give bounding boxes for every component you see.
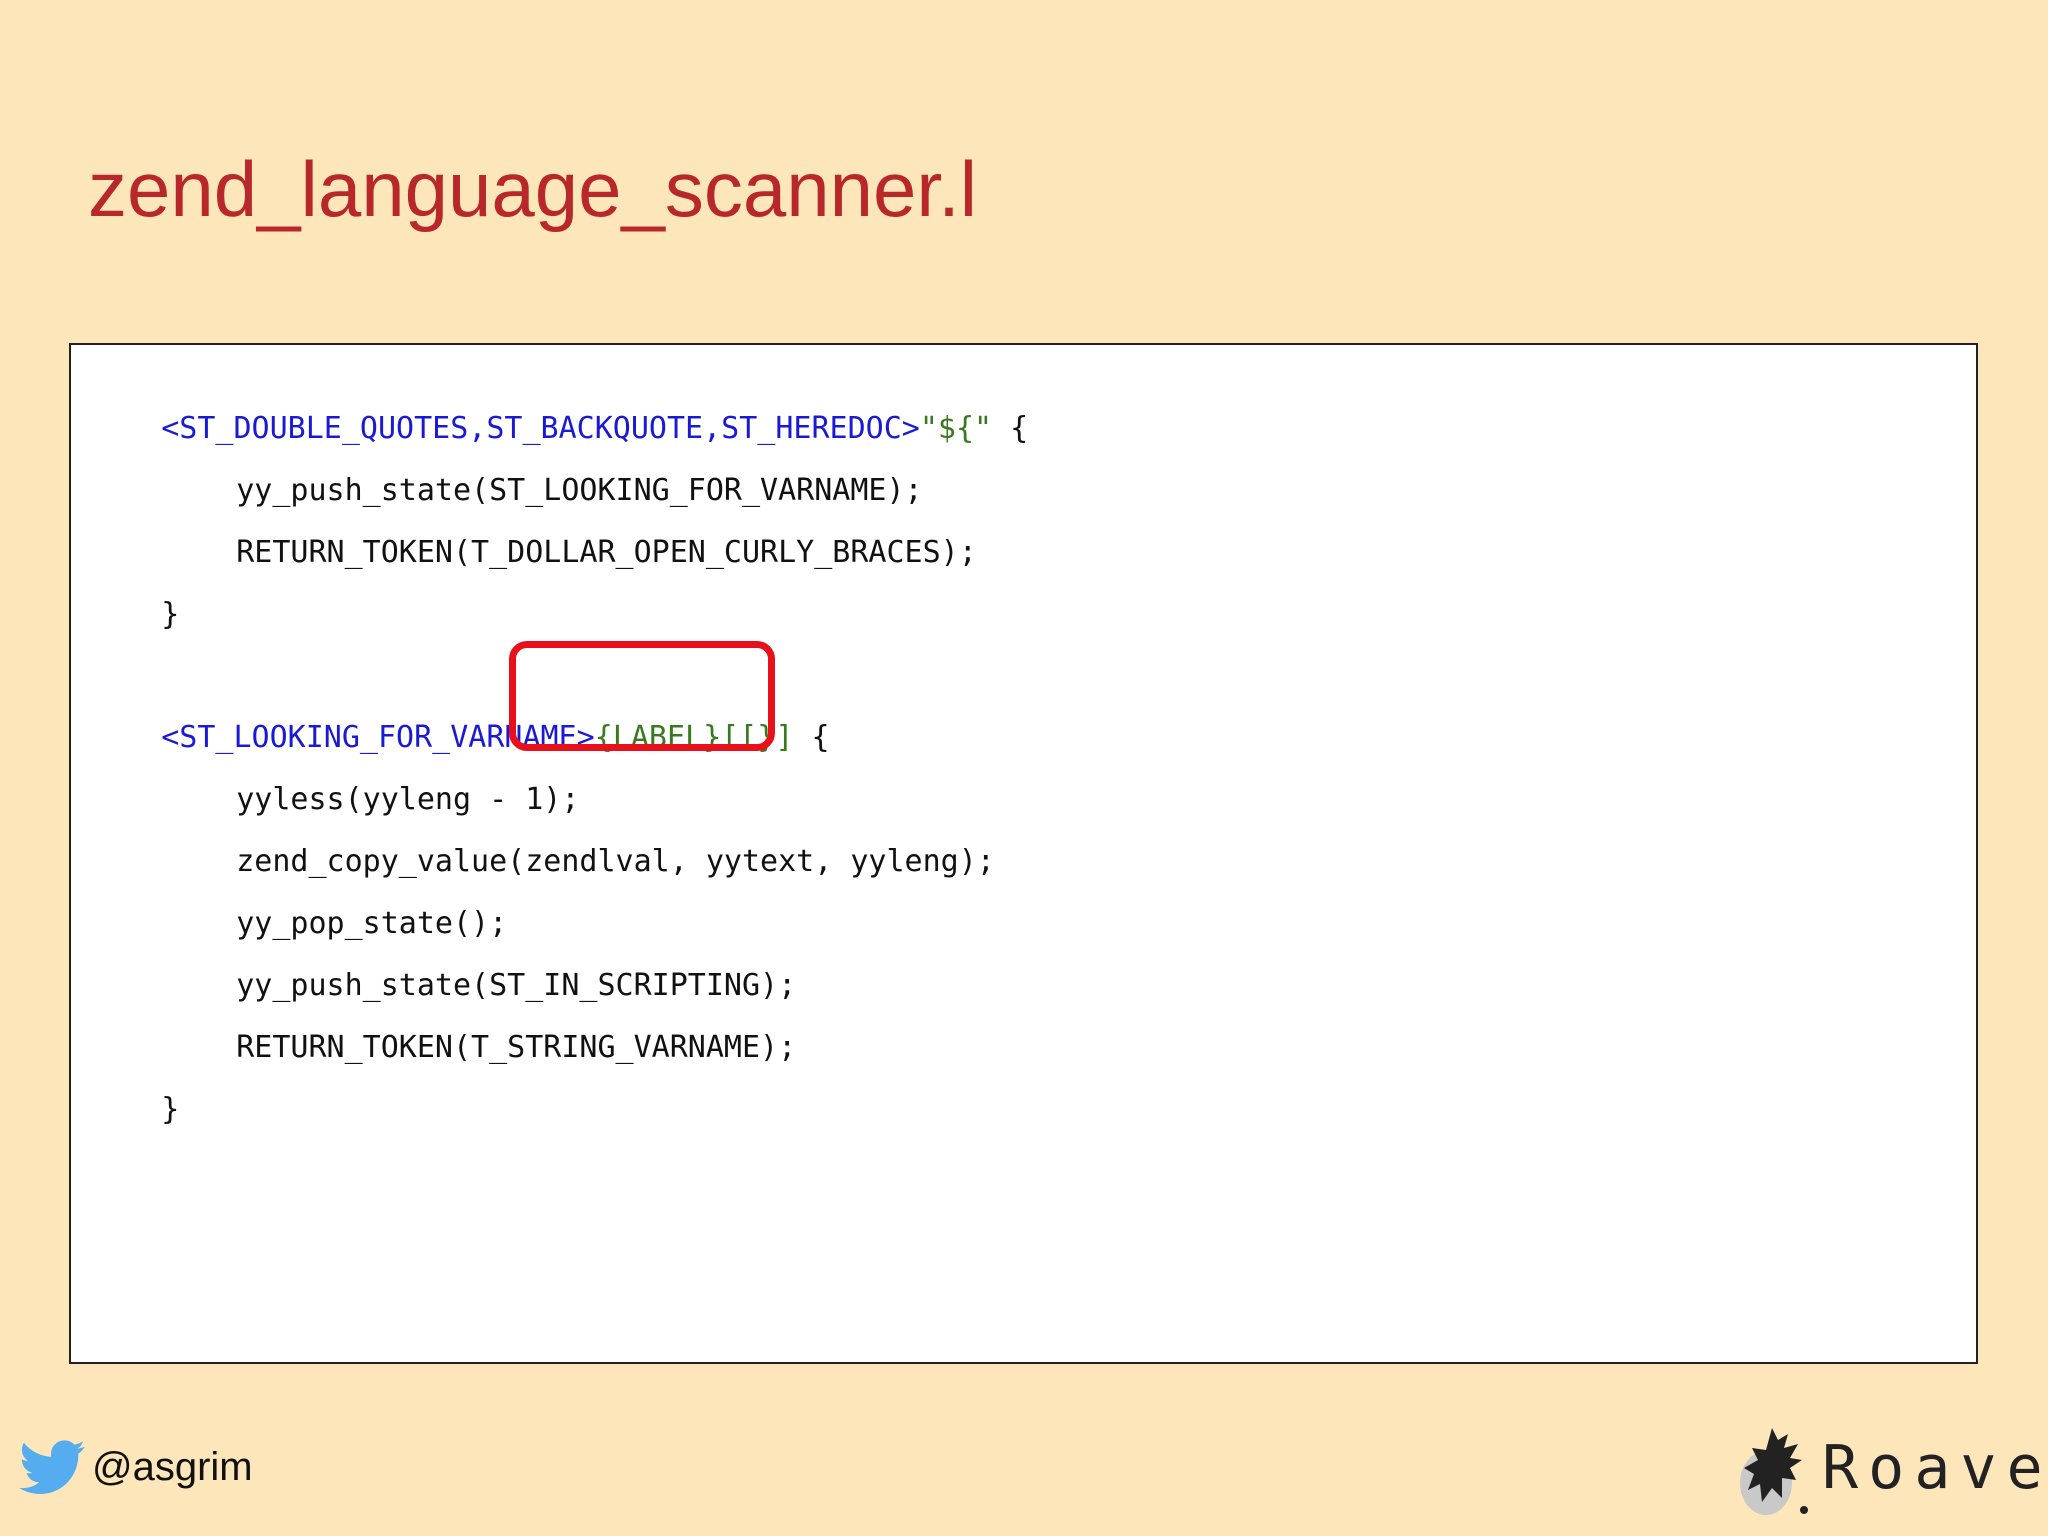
twitter-handle: @asgrim xyxy=(92,1444,253,1489)
code-line: <ST_DOUBLE_QUOTES,ST_BACKQUOTE,ST_HEREDO… xyxy=(89,369,1028,446)
code-token-statement: RETURN_TOKEN(T_STRING_VARNAME); xyxy=(236,1030,797,1065)
code-line: } xyxy=(89,555,179,632)
code-line: yy_push_state(ST_LOOKING_FOR_VARNAME); xyxy=(89,431,922,508)
code-line: zend_copy_value(zendlval, yytext, yyleng… xyxy=(89,802,995,879)
label-highlight-box xyxy=(509,641,775,751)
twitter-handle-footer: @asgrim xyxy=(18,1432,253,1502)
brand-name: Roave xyxy=(1822,1433,2048,1503)
code-line: yy_pop_state(); xyxy=(89,864,507,941)
code-token-pattern: "${" xyxy=(919,411,993,446)
brand-logo: Roave xyxy=(1736,1418,2048,1518)
code-line: RETURN_TOKEN(T_DOLLAR_OPEN_CURLY_BRACES)… xyxy=(89,493,977,570)
roave-logo-icon xyxy=(1736,1418,1816,1518)
code-line: yy_push_state(ST_IN_SCRIPTING); xyxy=(89,926,796,1003)
code-line: } xyxy=(89,1050,179,1127)
code-token-brace: { xyxy=(992,411,1029,446)
code-token-brace: } xyxy=(161,1092,180,1127)
code-token-statement: RETURN_TOKEN(T_DOLLAR_OPEN_CURLY_BRACES)… xyxy=(236,535,977,570)
code-line: RETURN_TOKEN(T_STRING_VARNAME); xyxy=(89,988,796,1065)
twitter-bird-icon xyxy=(18,1434,88,1500)
code-line: yyless(yyleng - 1); xyxy=(89,740,579,817)
code-token-brace: { xyxy=(793,720,830,755)
code-panel: <ST_DOUBLE_QUOTES,ST_BACKQUOTE,ST_HEREDO… xyxy=(69,343,1978,1364)
slide-title: zend_language_scanner.l xyxy=(88,145,978,233)
code-token-brace: } xyxy=(161,597,180,632)
